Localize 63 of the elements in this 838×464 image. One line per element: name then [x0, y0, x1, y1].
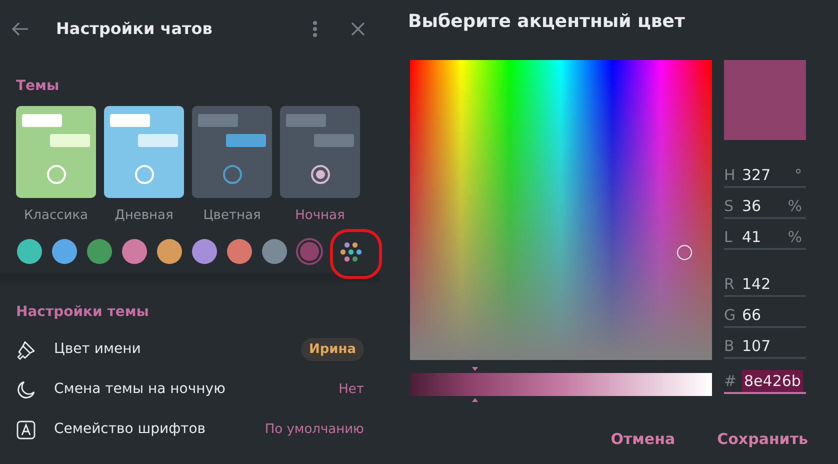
settings-row[interactable]: Цвет имени Ирина — [0, 330, 380, 370]
field-value: 36 — [742, 196, 762, 216]
slider-thumb[interactable] — [470, 367, 479, 402]
moon-icon — [16, 380, 36, 400]
accent-swatch[interactable] — [262, 239, 288, 264]
row-value: Нет — [338, 380, 364, 399]
value-field[interactable]: S 36 % — [724, 188, 806, 219]
accent-swatch[interactable] — [122, 239, 147, 264]
accent-swatch[interactable] — [52, 239, 77, 264]
value-badge: Ирина — [300, 338, 364, 362]
hex-value: 8e426b — [742, 370, 803, 392]
field-label: S — [724, 196, 735, 216]
accent-swatch[interactable] — [16, 239, 42, 264]
theme-card[interactable] — [192, 106, 272, 198]
unit-label: ° — [794, 164, 803, 186]
theme-label: Цветная — [202, 207, 262, 225]
field-label: H — [724, 164, 736, 186]
field-value: 66 — [742, 304, 762, 326]
field-value: 107 — [742, 336, 771, 356]
accent-swatch[interactable] — [156, 239, 182, 264]
theme-label: Классика — [22, 207, 90, 225]
row-label: Цвет имени — [54, 340, 141, 359]
accent-swatch[interactable] — [192, 239, 218, 264]
theme-label: Дневная — [114, 207, 174, 225]
theme-card[interactable] — [280, 106, 360, 198]
accent-swatch[interactable] — [300, 242, 320, 261]
field-value: 327 — [742, 164, 771, 186]
font-icon — [16, 420, 36, 440]
accent-swatch[interactable] — [86, 239, 112, 264]
value-field[interactable]: H 327 ° — [724, 157, 806, 188]
settings-row[interactable]: Семейство шрифтов По умолчанию — [0, 410, 380, 450]
field-label: B — [724, 336, 736, 356]
accent-swatch[interactable] — [227, 239, 252, 264]
panel-title: Настройки чатов — [56, 18, 212, 40]
value-field[interactable]: L 41 % — [724, 219, 806, 250]
unit-label: % — [788, 196, 803, 216]
field-label: G — [724, 304, 737, 326]
dialog-title: Выберите акцентный цвет — [408, 10, 686, 34]
field-value: 142 — [742, 274, 771, 294]
theme-label: Ночная — [294, 207, 346, 225]
field-label: # — [724, 370, 738, 392]
color-field[interactable] — [410, 60, 712, 360]
section-heading: Темы — [15, 77, 60, 96]
settings-row[interactable]: Смена темы на ночную Нет — [0, 370, 380, 410]
brush-icon — [16, 340, 36, 360]
row-label: Семейство шрифтов — [54, 420, 206, 439]
field-marker[interactable] — [677, 245, 692, 260]
close-icon[interactable] — [350, 21, 366, 37]
field-label: R — [724, 274, 736, 294]
dialog-button[interactable]: Отмена — [610, 428, 676, 450]
field-label: L — [724, 226, 734, 248]
dialog-button[interactable]: Сохранить — [717, 428, 808, 450]
value-field[interactable]: B 107 — [724, 328, 806, 359]
row-label: Смена темы на ночную — [54, 380, 226, 399]
field-value: 41 — [742, 226, 762, 248]
value-field[interactable]: G 66 — [724, 297, 806, 328]
unit-label: % — [788, 226, 803, 248]
row-value: По умолчанию — [264, 420, 364, 439]
hex-field[interactable]: # 8e426b — [724, 363, 806, 394]
palette-icon[interactable] — [338, 240, 363, 262]
more-icon[interactable] — [312, 20, 318, 38]
value-field[interactable]: R 142 — [724, 266, 806, 297]
section-heading: Настройки темы — [15, 302, 150, 322]
